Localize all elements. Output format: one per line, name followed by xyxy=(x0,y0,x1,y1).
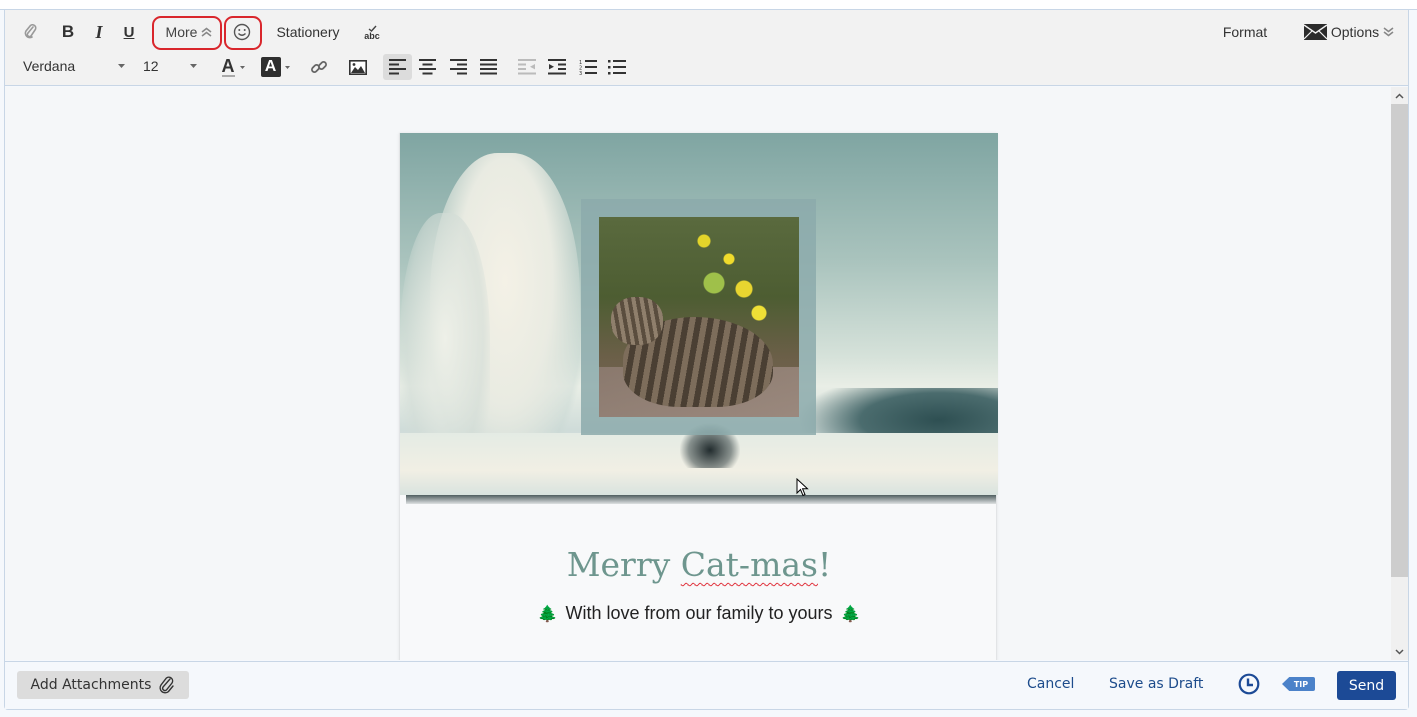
formatting-toolbar: B I U More Stationery abc Format Options… xyxy=(5,10,1408,86)
outdent-icon xyxy=(518,59,536,75)
cat-photo xyxy=(599,217,799,417)
indent-button[interactable] xyxy=(545,56,569,78)
align-left-button[interactable] xyxy=(383,54,412,80)
text-color-button[interactable]: A xyxy=(217,56,249,78)
chevron-up-icon xyxy=(1395,92,1404,99)
greeting-subline: 🌲 With love from our family to yours 🌲 xyxy=(400,603,998,624)
align-left-icon xyxy=(389,59,406,75)
highlight-color-button[interactable]: A xyxy=(259,56,291,78)
italic-button[interactable]: I xyxy=(89,22,109,42)
scroll-down-button[interactable] xyxy=(1391,643,1408,660)
bold-button[interactable]: B xyxy=(58,22,78,42)
font-size-select[interactable]: 12 xyxy=(143,56,197,76)
spellcheck-label: abc xyxy=(364,31,380,41)
indent-icon xyxy=(548,59,566,75)
spellcheck-button[interactable]: abc xyxy=(360,22,384,44)
font-family-select[interactable]: Verdana xyxy=(23,56,125,76)
image-icon xyxy=(349,59,367,75)
align-center-icon xyxy=(418,59,436,75)
editor-scrollbar[interactable] xyxy=(1391,87,1408,660)
double-chevron-up-icon xyxy=(201,27,212,37)
options-label: Options xyxy=(1330,24,1380,40)
double-chevron-down-icon xyxy=(1383,27,1394,37)
highlight-color-icon: A xyxy=(260,57,281,77)
winter-scene-image xyxy=(400,133,998,495)
paperclip-icon xyxy=(159,676,175,694)
smiley-icon xyxy=(233,23,251,41)
font-size-value: 12 xyxy=(143,58,159,74)
attach-button[interactable] xyxy=(20,22,42,42)
svg-text:3: 3 xyxy=(579,71,582,76)
tip-badge[interactable]: TIP xyxy=(1282,677,1315,691)
bullet-list-icon xyxy=(608,60,626,75)
add-attachments-label: Add Attachments xyxy=(30,677,152,693)
link-icon xyxy=(311,61,327,73)
clock-icon xyxy=(1238,673,1260,695)
align-right-icon xyxy=(449,59,467,75)
greeting-suffix: ! xyxy=(818,545,832,584)
mouse-cursor-icon xyxy=(796,478,809,497)
scroll-up-button[interactable] xyxy=(1391,87,1408,104)
insert-image-button[interactable] xyxy=(346,56,370,78)
subline-text: With love from our family to yours xyxy=(565,603,833,623)
misspelled-word[interactable]: Cat-mas xyxy=(681,545,818,584)
schedule-send-button[interactable] xyxy=(1238,673,1260,695)
christmas-tree-icon: 🌲 xyxy=(537,605,558,623)
text-color-icon: A xyxy=(221,56,235,77)
numbered-list-button[interactable]: 123 xyxy=(576,56,600,78)
paperclip-icon xyxy=(24,24,37,39)
align-center-button[interactable] xyxy=(415,56,439,78)
underline-button[interactable]: U xyxy=(119,22,139,42)
numbered-list-icon: 123 xyxy=(579,59,597,76)
align-right-button[interactable] xyxy=(446,56,470,78)
send-button[interactable]: Send xyxy=(1337,671,1396,700)
caret-down-icon xyxy=(118,64,125,68)
stationery-card: Merry Cat-mas! 🌲 With love from our fami… xyxy=(399,133,998,660)
more-label: More xyxy=(165,24,198,40)
align-justify-icon xyxy=(479,59,497,75)
chevron-down-icon xyxy=(1395,648,1404,655)
christmas-tree-icon: 🌲 xyxy=(840,605,861,623)
more-button[interactable]: More xyxy=(157,22,221,42)
emoji-button[interactable] xyxy=(230,22,254,42)
cancel-button[interactable]: Cancel xyxy=(1027,676,1074,692)
align-justify-button[interactable] xyxy=(476,56,500,78)
envelope-icon xyxy=(1303,24,1327,40)
save-as-draft-button[interactable]: Save as Draft xyxy=(1109,676,1203,692)
options-button[interactable]: Options xyxy=(1297,22,1401,42)
caret-down-icon xyxy=(190,64,197,68)
message-body-editor[interactable]: Merry Cat-mas! 🌲 With love from our fami… xyxy=(5,87,1391,660)
font-family-value: Verdana xyxy=(23,58,76,74)
greeting-heading: Merry Cat-mas! xyxy=(400,545,998,584)
caret-down-icon xyxy=(284,65,290,69)
stationery-button[interactable]: Stationery xyxy=(270,22,346,42)
compose-footer: Add Attachments Cancel Save as Draft TIP… xyxy=(5,661,1408,709)
outdent-button[interactable] xyxy=(515,56,539,78)
insert-link-button[interactable] xyxy=(307,56,331,78)
scroll-thumb[interactable] xyxy=(1391,104,1408,577)
caret-down-icon xyxy=(239,65,245,69)
add-attachments-button[interactable]: Add Attachments xyxy=(17,671,189,699)
greeting-prefix: Merry xyxy=(566,545,681,584)
window-top-strip xyxy=(0,0,1417,10)
format-button[interactable]: Format xyxy=(1215,22,1275,42)
cat-head xyxy=(611,297,663,345)
bullet-list-button[interactable] xyxy=(605,56,629,78)
image-shadow xyxy=(406,495,996,504)
